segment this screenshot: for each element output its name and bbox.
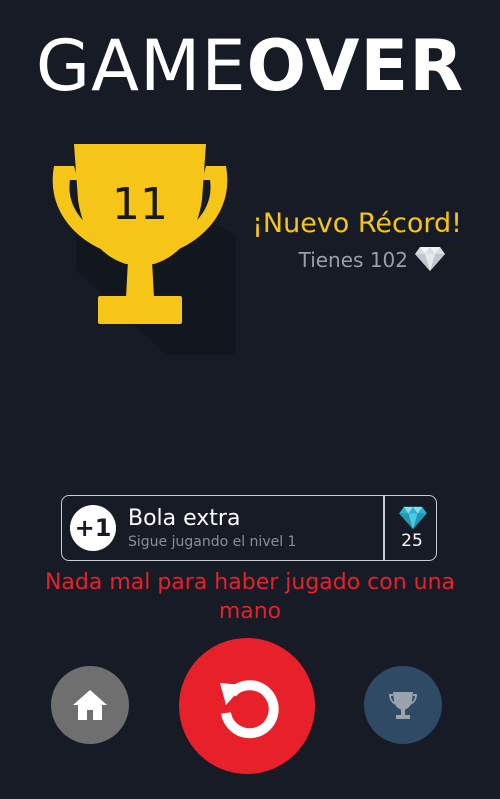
- offer-divider: [383, 496, 385, 560]
- home-button[interactable]: [51, 666, 129, 744]
- score-trophy: 11: [36, 140, 256, 355]
- gems-total: Tienes 102: [298, 248, 408, 272]
- extra-ball-price: 25: [401, 531, 423, 551]
- diamond-icon: [399, 506, 427, 530]
- trophy-icon: [52, 144, 236, 355]
- leaderboard-button[interactable]: [364, 666, 442, 744]
- extra-ball-subtitle: Sigue jugando el nivel 1: [128, 534, 297, 550]
- game-over-message: Nada mal para haber jugado con una mano: [44, 570, 456, 624]
- score-value: 11: [112, 179, 168, 230]
- restart-icon: [220, 680, 279, 739]
- diamond-icon: [415, 247, 445, 271]
- plus-one-icon: +1: [70, 505, 116, 551]
- trophy-small-icon: [389, 692, 417, 719]
- home-icon: [73, 690, 107, 720]
- extra-ball-offer[interactable]: +1 Bola extra Sigue jugando el nivel 1 2…: [61, 495, 437, 561]
- game-over-title: GAMEOVER: [0, 26, 500, 106]
- title-part-over: OVER: [246, 25, 465, 107]
- restart-button[interactable]: [179, 638, 315, 774]
- extra-ball-title: Bola extra: [128, 506, 241, 531]
- new-record-label: ¡Nuevo Récord!: [252, 208, 462, 239]
- title-part-game: GAME: [35, 25, 247, 107]
